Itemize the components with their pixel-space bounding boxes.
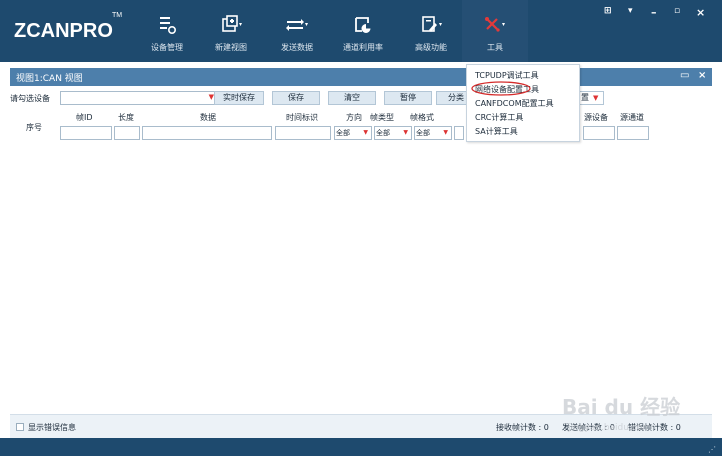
bottom-strip: ⋰ <box>0 438 722 456</box>
new-view-icon: ▾ <box>222 15 242 32</box>
show-errors-checkbox[interactable] <box>16 423 24 431</box>
nav-send-data-button[interactable]: ▾ 发送数据 <box>264 0 330 62</box>
close-icon[interactable]: × <box>696 6 705 19</box>
show-errors-label: 显示错误信息 <box>28 423 76 432</box>
nav-device-manage-button[interactable]: 设备管理 <box>134 0 200 62</box>
advanced-icon: ▾ <box>422 16 442 32</box>
resize-grip-icon[interactable]: ⋰ <box>708 445 716 454</box>
col-timestamp: 时间标识 <box>286 113 318 122</box>
nav-label: 通道利用率 <box>343 43 383 52</box>
col-frame-id: 帧ID <box>76 113 93 122</box>
recv-count: 接收帧计数 : 0 <box>496 423 549 432</box>
send-data-icon: ▾ <box>286 19 308 31</box>
filter-value: 全部 <box>416 129 430 137</box>
close-view-icon[interactable]: × <box>698 70 706 81</box>
device-select[interactable]: ▼ <box>60 91 218 105</box>
baidu-watermark-logo: Bai du 经验 jingyan.baidu.com <box>562 395 680 433</box>
nav-label: 新建视图 <box>215 43 247 52</box>
message-list[interactable] <box>10 144 712 414</box>
watermark-sub: jingyan.baidu.com <box>567 423 651 433</box>
col-frame-format: 帧格式 <box>410 113 434 122</box>
svg-text:▾: ▾ <box>502 21 505 28</box>
col-src-device: 源设备 <box>584 113 608 122</box>
col-direction: 方向 <box>346 113 362 122</box>
nav-advanced-button[interactable]: ▾ 高级功能 <box>398 0 464 62</box>
nav-new-view-button[interactable]: ▾ 新建视图 <box>198 0 264 62</box>
save-button[interactable]: 保存 <box>272 91 320 105</box>
display-mode-value: 置 <box>581 93 589 102</box>
extra-filter[interactable] <box>454 126 464 140</box>
nav-label: 高级功能 <box>415 43 447 52</box>
chevron-down-icon: ▼ <box>593 94 599 102</box>
src-device-filter[interactable] <box>583 126 615 140</box>
logo-trademark: TM <box>112 12 123 19</box>
col-data: 数据 <box>200 113 216 122</box>
timestamp-filter[interactable] <box>275 126 331 140</box>
frame-format-filter[interactable]: 全部 ▼ <box>414 126 452 140</box>
svg-text:▾: ▾ <box>239 21 242 28</box>
nav-channel-usage-button[interactable]: 通道利用率 <box>330 0 396 62</box>
menu-item-canfdcom[interactable]: CANFDCOM配置工具 <box>475 98 554 109</box>
col-length: 长度 <box>118 113 134 122</box>
device-select-label: 请勾选设备 <box>10 94 50 103</box>
restore-window-icon[interactable]: ▭ <box>680 70 689 81</box>
device-manage-icon <box>160 17 177 35</box>
nav-label: 设备管理 <box>151 43 183 52</box>
chevron-down-icon: ▼ <box>443 129 448 136</box>
nav-tools-button[interactable]: ▾ 工具 <box>462 0 528 62</box>
pause-button[interactable]: 暂停 <box>384 91 432 105</box>
col-frame-type: 帧类型 <box>370 113 394 122</box>
highlight-circle <box>471 81 531 96</box>
menu-item-crc[interactable]: CRC计算工具 <box>475 112 523 123</box>
chevron-down-icon: ▼ <box>403 129 408 136</box>
length-filter[interactable] <box>114 126 140 140</box>
nav-label: 工具 <box>487 43 503 52</box>
svg-text:▾: ▾ <box>439 21 442 28</box>
chevron-down-icon: ▼ <box>363 129 368 136</box>
direction-filter[interactable]: 全部 ▼ <box>334 126 372 140</box>
src-channel-filter[interactable] <box>617 126 649 140</box>
menu-dropdown-icon[interactable]: ▾ <box>628 6 633 16</box>
table-header: 序号 帧ID 长度 数据 时间标识 方向 帧类型 帧格式 源设备 源通道 全部 ▼… <box>10 110 712 144</box>
channel-usage-icon <box>355 17 371 33</box>
maximize-icon[interactable]: ▫ <box>674 6 680 16</box>
col-seq: 序号 <box>26 123 42 132</box>
baidu-watermark: Bai du 经验 jingyan.baidu.com <box>560 388 690 436</box>
menu-item-tcpudp[interactable]: TCPUDP调试工具 <box>475 70 539 81</box>
watermark-text: Bai du 经验 <box>562 395 680 419</box>
view-toolbar: 请勾选设备 ▼ 实时保存 保存 清空 暂停 分类 置 ▼ <box>10 88 712 108</box>
layout-grid-icon[interactable]: ⊞ <box>604 6 612 16</box>
view-title-bar: 视图1:CAN 视图 ▭ × <box>10 68 712 86</box>
col-src-channel: 源通道 <box>620 113 644 122</box>
nav-label: 发送数据 <box>281 43 313 52</box>
filter-value: 全部 <box>336 129 350 137</box>
frame-id-filter[interactable] <box>60 126 112 140</box>
menu-item-sa[interactable]: SA计算工具 <box>475 126 518 137</box>
data-filter[interactable] <box>142 126 272 140</box>
minimize-icon[interactable]: – <box>651 6 657 19</box>
app-logo: ZCANPRO <box>14 20 113 42</box>
top-toolbar: ZCANPRO TM 设备管理 ▾ 新建视图 ▾ 发送数据 通道利用率 ▾ 高级… <box>0 0 722 62</box>
frame-type-filter[interactable]: 全部 ▼ <box>374 126 412 140</box>
filter-value: 全部 <box>376 129 390 137</box>
view-title: 视图1:CAN 视图 <box>16 74 83 84</box>
display-mode-select[interactable]: 置 ▼ <box>576 91 604 105</box>
realtime-save-button[interactable]: 实时保存 <box>214 91 264 105</box>
svg-text:▾: ▾ <box>305 21 308 28</box>
tools-menu: TCPUDP调试工具 网络设备配置工具 CANFDCOM配置工具 CRC计算工具… <box>466 64 580 142</box>
tools-icon: ▾ <box>485 17 505 32</box>
clear-button[interactable]: 清空 <box>328 91 376 105</box>
